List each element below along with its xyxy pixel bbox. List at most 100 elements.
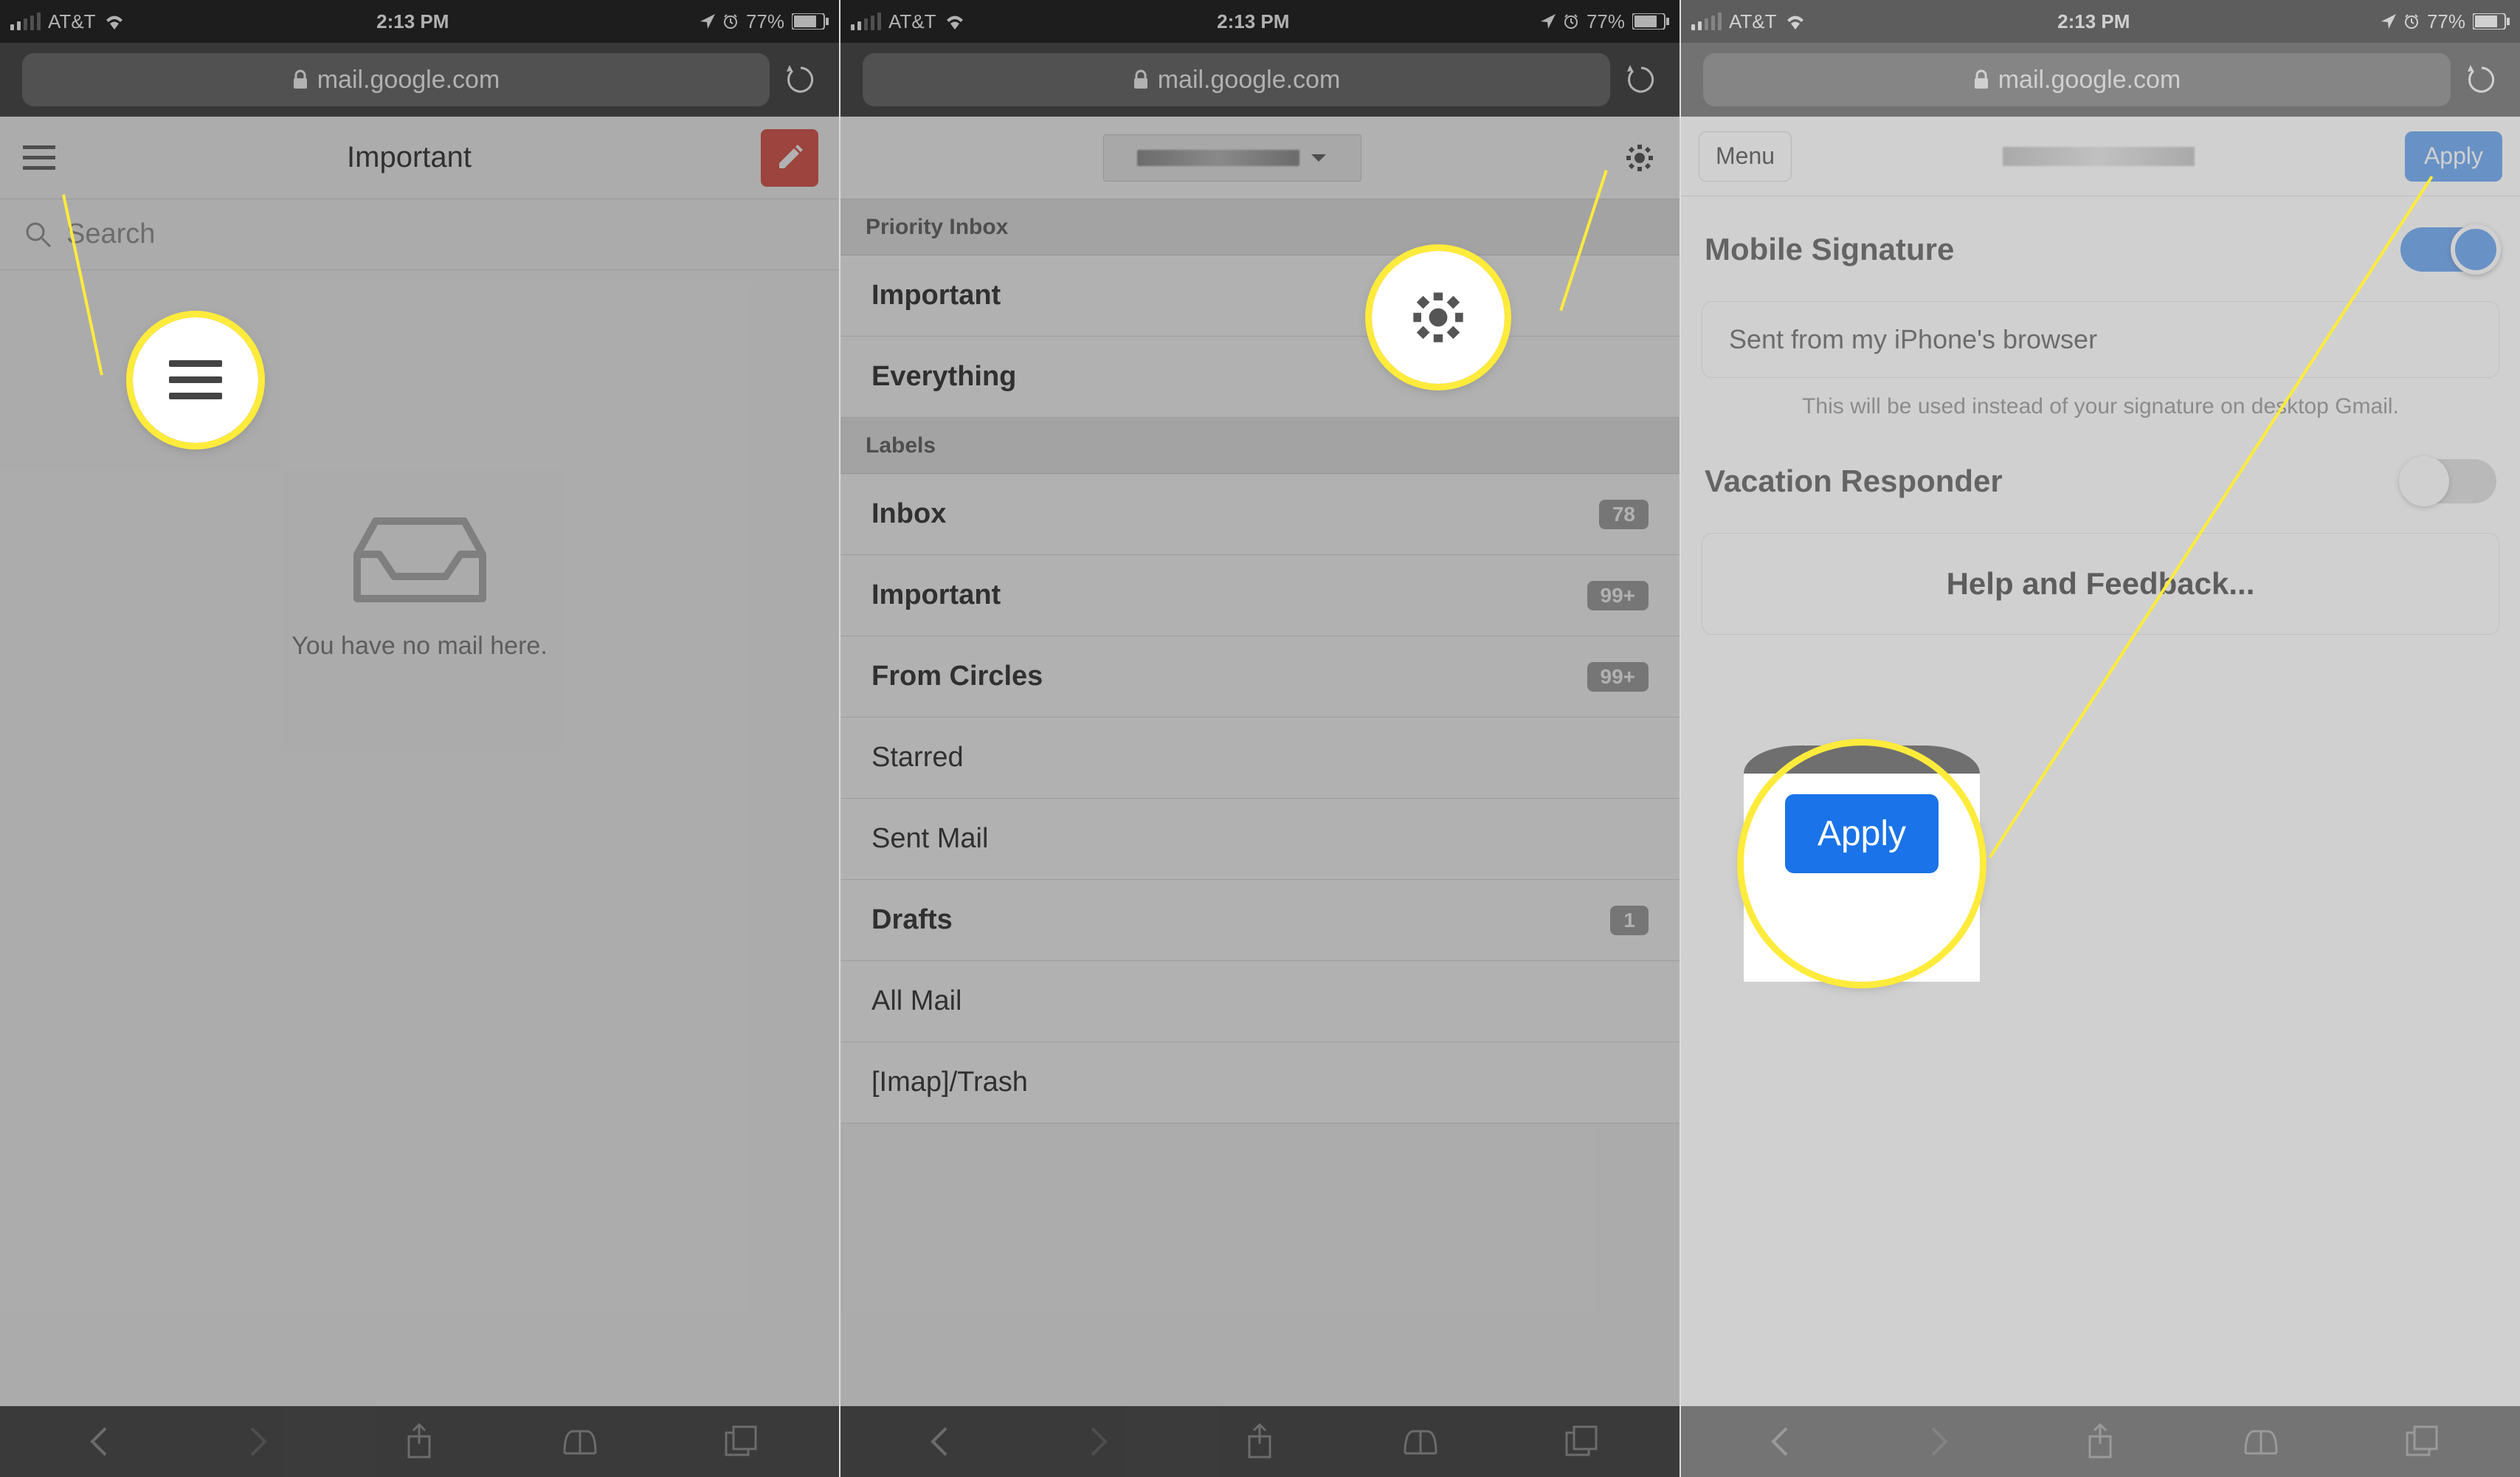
screenshot-2: AT&T 2:13 PM 77% mail.google.com <box>840 0 1681 1477</box>
carrier-label: AT&T <box>48 10 96 33</box>
forward-button[interactable] <box>237 1419 281 1464</box>
menu-item-important[interactable]: Important <box>840 255 1680 337</box>
gmail-menu: Priority Inbox Important Everything Labe… <box>840 117 1680 1406</box>
signature-input[interactable]: Sent from my iPhone's browser <box>1702 301 2499 378</box>
wifi-icon <box>944 13 966 30</box>
reload-icon[interactable] <box>784 63 817 96</box>
mobile-signature-row: Mobile Signature <box>1702 211 2499 288</box>
account-selector[interactable] <box>1103 134 1361 182</box>
section-priority-inbox: Priority Inbox <box>840 199 1680 255</box>
tabs-button[interactable] <box>2400 1419 2444 1464</box>
apply-button-zoom: Apply <box>1785 794 1939 873</box>
back-button[interactable] <box>1757 1419 1801 1464</box>
clock: 2:13 PM <box>376 10 449 33</box>
vacation-responder-toggle[interactable] <box>2400 459 2496 503</box>
lock-icon <box>1133 69 1149 90</box>
hamburger-icon <box>169 360 222 400</box>
menu-button[interactable] <box>21 140 58 176</box>
signature-help-text: This will be used instead of your signat… <box>1702 391 2499 422</box>
menu-item-all-mail[interactable]: All Mail <box>840 961 1680 1042</box>
status-bar: AT&T 2:13 PM 77% <box>840 0 1680 43</box>
gmail-header: Important <box>0 117 839 199</box>
carrier-label: AT&T <box>1729 10 1777 33</box>
callout-hamburger <box>133 317 258 443</box>
screenshot-1: AT&T 2:13 PM 77% mail.google.com Importa… <box>0 0 840 1477</box>
bookmarks-button[interactable] <box>1398 1419 1443 1464</box>
location-icon <box>700 14 715 29</box>
back-button[interactable] <box>76 1419 120 1464</box>
menu-item-from-circles[interactable]: From Circles99+ <box>840 636 1680 717</box>
vacation-responder-row: Vacation Responder <box>1702 443 2499 520</box>
menu-button[interactable]: Menu <box>1699 131 1792 182</box>
help-feedback-button[interactable]: Help and Feedback... <box>1702 533 2499 635</box>
search-placeholder: Search <box>66 218 155 250</box>
menu-item-drafts[interactable]: Drafts1 <box>840 880 1680 961</box>
badge: 78 <box>1599 500 1649 529</box>
bookmarks-button[interactable] <box>558 1419 602 1464</box>
status-bar: AT&T 2:13 PM 77% <box>1681 0 2520 43</box>
account-email-blurred <box>2003 147 2195 166</box>
mobile-signature-toggle[interactable] <box>2400 227 2496 272</box>
compose-button[interactable] <box>761 129 818 187</box>
menu-item-inbox[interactable]: Inbox78 <box>840 474 1680 555</box>
menu-item-everything[interactable]: Everything <box>840 337 1680 418</box>
location-icon <box>1541 14 1556 29</box>
status-bar: AT&T 2:13 PM 77% <box>0 0 839 43</box>
section-labels: Labels <box>840 418 1680 474</box>
signal-icon <box>1691 13 1722 30</box>
badge: 99+ <box>1587 662 1649 692</box>
wifi-icon <box>1784 13 1806 30</box>
reload-icon[interactable] <box>2465 63 2498 96</box>
lock-icon <box>292 69 308 90</box>
battery-percent: 77% <box>746 10 784 33</box>
mobile-signature-label: Mobile Signature <box>1705 232 1954 267</box>
badge: 1 <box>1610 906 1649 935</box>
empty-state: You have no mail here. <box>0 514 839 661</box>
share-button[interactable] <box>1237 1419 1282 1464</box>
menu-item-imap-trash[interactable]: [Imap]/Trash <box>840 1042 1680 1123</box>
battery-icon <box>1632 13 1669 30</box>
url-text: mail.google.com <box>317 66 500 94</box>
search-icon <box>25 221 52 248</box>
safari-url-bar: mail.google.com <box>1681 43 2520 117</box>
bookmarks-button[interactable] <box>2239 1419 2283 1464</box>
share-button[interactable] <box>2078 1419 2122 1464</box>
badge: 99+ <box>1587 581 1649 610</box>
menu-item-sent-mail[interactable]: Sent Mail <box>840 799 1680 880</box>
share-button[interactable] <box>397 1419 441 1464</box>
vacation-responder-label: Vacation Responder <box>1705 464 2003 499</box>
gear-icon[interactable] <box>1623 142 1656 174</box>
gmail-content: Important Search You have no mail here. <box>0 117 839 1406</box>
url-field[interactable]: mail.google.com <box>1703 53 2451 106</box>
lock-icon <box>1973 69 1989 90</box>
clock: 2:13 PM <box>2057 10 2130 33</box>
callout-apply: Apply <box>1744 746 1980 982</box>
gear-icon <box>1409 289 1467 346</box>
url-field[interactable]: mail.google.com <box>22 53 770 106</box>
carrier-label: AT&T <box>888 10 936 33</box>
tabs-button[interactable] <box>719 1419 763 1464</box>
battery-percent: 77% <box>1587 10 1625 33</box>
battery-percent: 77% <box>2427 10 2465 33</box>
reload-icon[interactable] <box>1625 63 1657 96</box>
battery-icon <box>792 13 829 30</box>
url-field[interactable]: mail.google.com <box>863 53 1610 106</box>
apply-button[interactable]: Apply <box>2405 131 2502 182</box>
signature-value: Sent from my iPhone's browser <box>1729 324 2472 355</box>
safari-toolbar <box>0 1406 839 1477</box>
forward-button[interactable] <box>1918 1419 1962 1464</box>
menu-item-starred[interactable]: Starred <box>840 717 1680 799</box>
alarm-icon <box>722 13 739 30</box>
wifi-icon <box>103 13 125 30</box>
tabs-button[interactable] <box>1559 1419 1604 1464</box>
forward-button[interactable] <box>1077 1419 1122 1464</box>
page-title: Important <box>347 141 472 174</box>
back-button[interactable] <box>916 1419 961 1464</box>
url-text: mail.google.com <box>1998 66 2181 94</box>
menu-item-important[interactable]: Important99+ <box>840 555 1680 636</box>
alarm-icon <box>1563 13 1579 30</box>
search-row[interactable]: Search <box>0 199 839 270</box>
url-text: mail.google.com <box>1158 66 1341 94</box>
clock: 2:13 PM <box>1217 10 1289 33</box>
chevron-down-icon <box>1310 153 1328 163</box>
